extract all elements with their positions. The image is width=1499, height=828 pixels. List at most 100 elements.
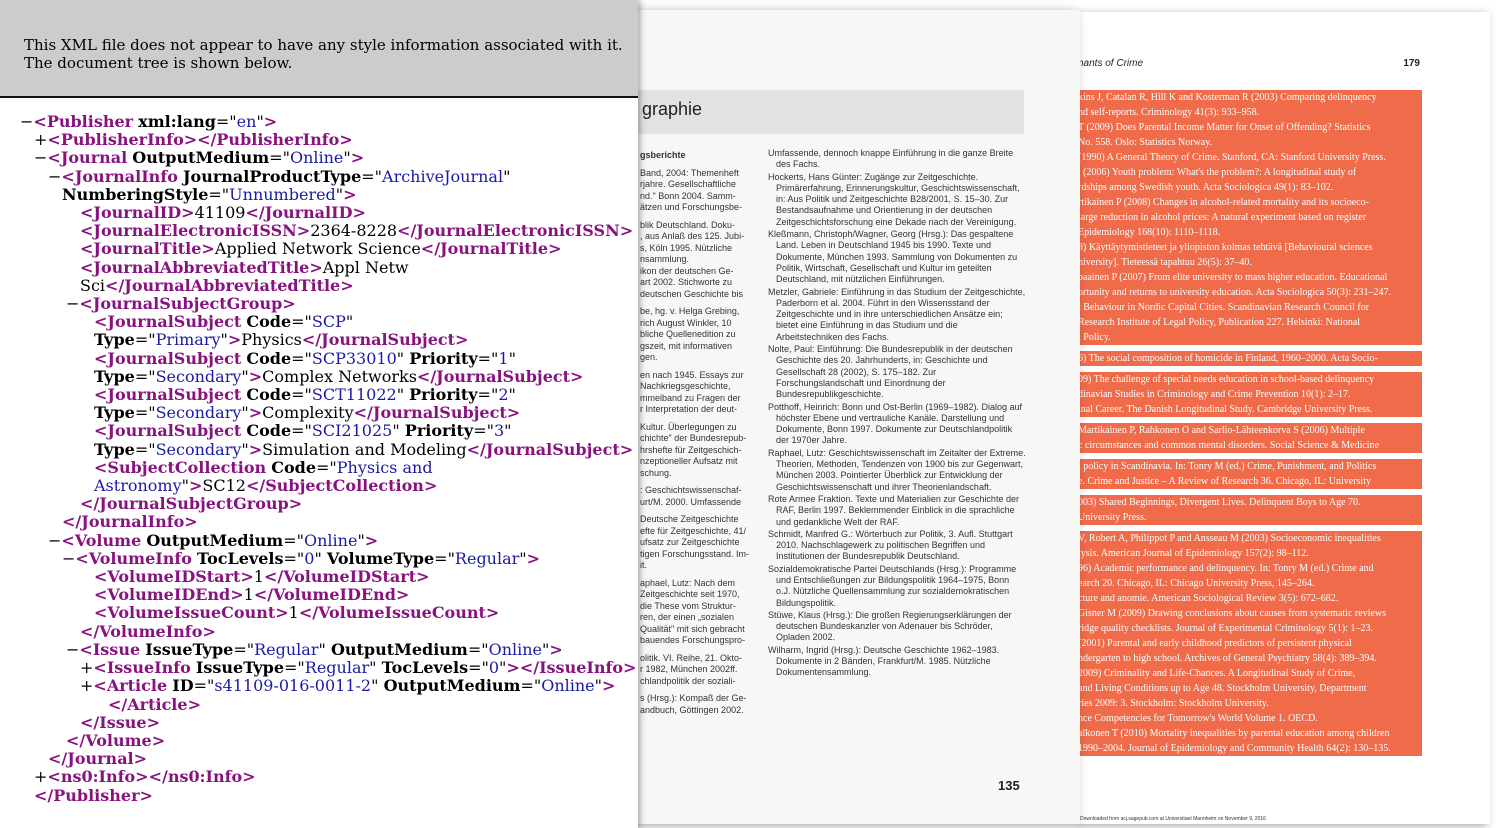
bibliography-entry: Potthoff, Heinrich: Bonn und Ost-Berlin … (768, 401, 1022, 446)
xml-attr-line: Type="Secondary">Complex Networks</Journ… (94, 366, 584, 386)
collapse-toggle[interactable]: − (62, 549, 75, 568)
left-column-line: ätzen und Forschungsbe- (640, 202, 743, 212)
left-column: gsberichte Band, 2004: Themenheft rjahre. … (640, 150, 758, 716)
left-column-line: Zeitgeschichte seit 1970, (640, 589, 740, 599)
highlighted-reference-line: cture and anomie. American Sociological … (1078, 591, 1422, 606)
expand-toggle[interactable]: + (80, 676, 93, 695)
right-column: Umfassende, dennoch knappe Einführung in… (768, 148, 1026, 680)
highlighted-reference-line: ridge quality checklists. Journal of Exp… (1078, 621, 1422, 636)
left-column-line: rich August Winkler, 10 (640, 317, 732, 328)
highlighted-reference-line: l policy in Scandinavia. In: Tonry M (ed… (1078, 459, 1422, 474)
left-column-line: aphael, Lutz: Nach dem (640, 577, 736, 588)
left-column-line: tigen Forschungsstand. Im- (640, 548, 750, 559)
highlighted-reference-line: V, Robert A, Philippot P and Ansseau M (… (1078, 531, 1422, 546)
xml-attr-line: Type="Secondary">Complexity</JournalSubj… (94, 403, 521, 423)
highlighted-reference-line: 6) The social composition of homicide in… (1078, 351, 1422, 366)
expand-toggle[interactable]: + (80, 658, 93, 677)
highlighted-reference-line: 09) The challenge of special needs educa… (1078, 372, 1422, 387)
left-column-line: deutschen Geschichte bis (640, 288, 744, 299)
xml-text-line: Sci</JournalAbbreviatedTitle> (80, 275, 354, 295)
collapse-toggle[interactable]: − (34, 148, 47, 167)
bibliography-entry: Schmidt, Manfred G.: Wörterbuch zur Poli… (768, 528, 1013, 562)
xml-style-notice: This XML file does not appear to have an… (0, 0, 638, 98)
highlighted-reference-line: l Policy. (1078, 330, 1422, 345)
xml-node-issue: −<Issue IssueType="Regular" OutputMedium… (66, 639, 563, 659)
highlighted-reference-line: c circumstances and common mental disord… (1078, 438, 1422, 453)
highlighted-reference-line: T (2009) Does Parental Income Matter for… (1078, 120, 1422, 135)
collapse-toggle[interactable]: − (20, 112, 33, 131)
bibliography-entry: Raphael, Lutz: Geschichtswissenschaft im… (768, 447, 1026, 492)
highlighted-reference-line: Gisner M (2009) Drawing conclusions abou… (1078, 606, 1422, 621)
left-column-line: die These vom Struktur- (640, 600, 736, 611)
xml-close-journal: </Journal> (48, 749, 148, 769)
collapse-toggle[interactable]: − (66, 294, 79, 313)
highlighted-reference-line: Martikainen P, Rahkonen O and Sarlio-Läh… (1078, 423, 1422, 438)
bibliography-entry: Kleßmann, Christoph/Wagner, Georg (Hrsg.… (768, 229, 1018, 285)
left-column-line: : Geschichtswissenschaf- (640, 485, 742, 495)
xml-close-publisher: </Publisher> (34, 785, 153, 805)
highlighted-reference-line: nce Competencies for Tomorrow's World Vo… (1078, 711, 1422, 726)
xml-close-journalinfo: </JournalInfo> (62, 512, 198, 532)
bibliography-entry: Sozialdemokratische Partei Deutschlands … (768, 563, 1017, 608)
left-column-line: nsammlung. (640, 254, 690, 264)
left-column-line: ufsatz zur Zeitgeschichte (640, 537, 740, 547)
xml-attr-line: NumberingStyle="Unnumbered"> (62, 184, 357, 204)
left-column-line: gen. (640, 352, 658, 362)
highlighted-reference-line: Research Institute of Legal Policy, Publ… (1078, 315, 1422, 330)
highlighted-reference-line: alkonen T (2010) Mortality inequalities … (1078, 726, 1422, 741)
section-title: graphie (642, 99, 703, 119)
highlighted-reference-line: (1990) A General Theory of Crime. Stanfo… (1078, 150, 1422, 165)
left-column-line: mmelband zu Fragen der (640, 392, 741, 403)
highlighted-reference-line: kins J, Catalan R, Hill K and Kosterman … (1078, 90, 1422, 105)
xml-node-subject: <JournalSubject Code="SCP" (94, 312, 354, 332)
highlighted-reference-line: paainen P (2007) From elite university t… (1078, 270, 1422, 285)
highlighted-reference-line: 1990–2004. Journal of Epidemiology and C… (1078, 741, 1422, 756)
highlighted-reference-line: inal Career. The Danish Longitudinal Stu… (1078, 402, 1422, 417)
page-number: 179 (1403, 58, 1420, 69)
highlighted-reference-line: e. Crime and Justice – A Review of Resea… (1078, 474, 1422, 489)
xml-node-journalinfo: −<JournalInfo JournalProductType="Archiv… (48, 166, 511, 186)
highlighted-reference-line: No. 558. Oslo: Statistics Norway. (1078, 135, 1422, 150)
expand-toggle[interactable]: + (34, 767, 47, 786)
collapse-toggle[interactable]: − (66, 640, 79, 659)
left-column-line: olitik. VI. Reihe, 21. Okto- (640, 652, 743, 663)
left-column-line: chlandpolitik der soziali- (640, 675, 736, 686)
left-column-line: efte für Zeitgeschichte, 41/ (640, 525, 747, 536)
xml-node-journaltitle: <JournalTitle>Applied Network Science</J… (80, 239, 562, 259)
xml-node-subjectcollection: <SubjectCollection Code="Physics and (94, 457, 433, 477)
left-column-line: hrshefte für Zeitgeschich- (640, 444, 742, 455)
page-running-header: nants of Crime (1078, 58, 1144, 69)
download-footer: Downloaded from acj.sagepub.com at Unive… (1080, 816, 1266, 822)
highlighted-reference-line: niversity]. Tieteessä tapahtuu 26(5): 37… (1078, 255, 1422, 270)
bibliography-entry: Wilharm, Ingrid (Hrsg.): Deutsche Geschi… (768, 644, 1000, 678)
left-column-line: nd." Bonn 2004. Samm- (640, 190, 736, 201)
left-column-line: , aus Anlaß des 125. Jubi- (640, 231, 745, 241)
highlighted-reference-line: 8) Käyttäytymistieteet ja yliopiston kol… (1078, 240, 1422, 255)
left-column-line: andbuch, Göttingen 2002. (640, 704, 744, 715)
highlighted-reference-line: (2001) Parental and early childhood pred… (1078, 636, 1422, 651)
xml-node-ns0info: +<ns0:Info></ns0:Info> (34, 767, 256, 787)
left-column-line: r Interpretation der deut- (640, 404, 738, 414)
expand-toggle[interactable]: + (34, 130, 47, 149)
xml-node-publisher: −<Publisher xml:lang="en"> (20, 112, 278, 131)
left-column-line: Nachkriegsgeschichte, (640, 381, 731, 391)
left-column-line: chichte" der Bundesrepub- (640, 433, 747, 443)
left-column-line: Deutsche Zeitgeschichte (640, 514, 739, 524)
highlighted-reference-line: nd self-reports. Criminology 41(3): 933–… (1078, 105, 1422, 120)
xml-close-issue: </Issue> (80, 712, 160, 732)
left-column-line: be, hg. v. Helga Grebing, (640, 306, 740, 316)
xml-node-volumeidstart: <VolumeIDStart>1</VolumeIDStart> (94, 567, 430, 587)
xml-document-tree: −<Publisher xml:lang="en"> +<PublisherIn… (20, 112, 636, 805)
left-column-line: blik Deutschland. Doku- (640, 219, 736, 230)
bibliography-page-middle: graphie gsberichte Band, 2004: Themenheft… (636, 10, 1080, 824)
collapse-toggle[interactable]: − (48, 531, 61, 550)
left-column-line: Kultur. Überlegungen zu (640, 421, 737, 432)
collapse-toggle[interactable]: − (48, 167, 61, 186)
xml-close-subjectgroup: </JournalSubjectGroup> (80, 494, 303, 514)
xml-close-volume: </Volume> (66, 730, 166, 750)
bibliography-entry: Hockerts, Hans Günter: Zugänge zur Zeitg… (768, 171, 1020, 227)
xml-node-abbrevtitle: <JournalAbbreviatedTitle>Appl Netw (80, 257, 409, 277)
highlighted-reference-line: ries 2009: 3. Stockholm: Stockholm Unive… (1078, 696, 1422, 711)
left-column-line: r 1982, München 2002ff. (640, 664, 738, 674)
left-column-line: ikon der deutschen Ge- (640, 265, 734, 276)
